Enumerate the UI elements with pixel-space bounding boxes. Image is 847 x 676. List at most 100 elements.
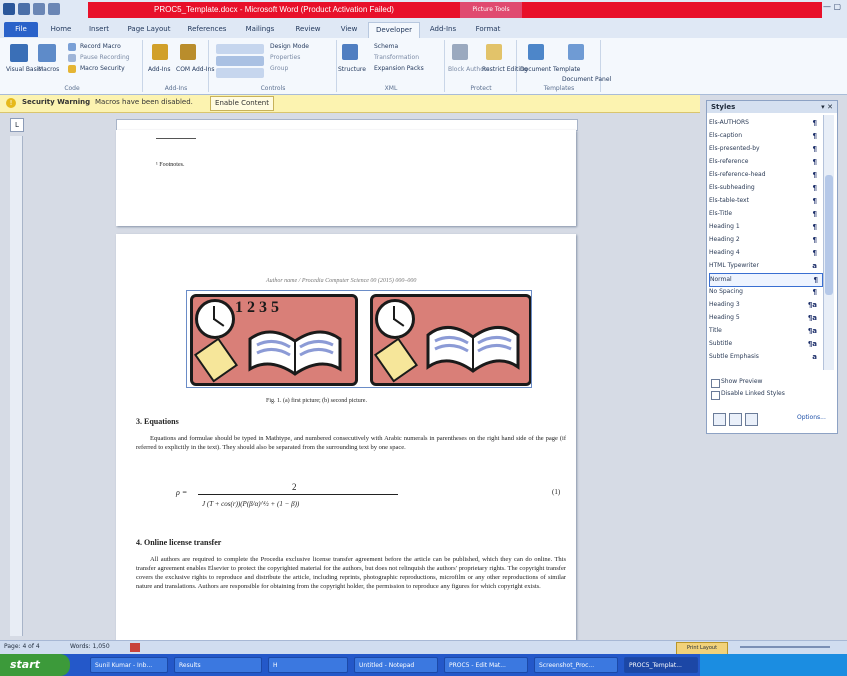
- style-item[interactable]: Els-reference ¶: [709, 156, 821, 168]
- design-mode-button[interactable]: Design Mode: [270, 43, 309, 50]
- task-button[interactable]: Untitled - Notepad: [354, 657, 438, 673]
- group-templates: Document Template Document Panel Templat…: [518, 40, 611, 92]
- com-add-ins-label[interactable]: COM Add-Ins: [176, 66, 214, 73]
- block-authors-icon[interactable]: [452, 44, 468, 60]
- transformation-button[interactable]: Transformation: [374, 54, 419, 61]
- tab-home[interactable]: Home: [44, 22, 78, 37]
- schema-button[interactable]: Schema: [374, 43, 398, 50]
- disable-linked-styles-label: Disable Linked Styles: [721, 390, 785, 397]
- style-item[interactable]: HTML Typewriter a: [709, 260, 821, 272]
- style-item[interactable]: Heading 3 ¶a: [709, 299, 821, 311]
- structure-label[interactable]: Structure: [338, 66, 366, 73]
- enable-content-button[interactable]: Enable Content: [210, 96, 274, 111]
- visual-basic-label[interactable]: Visual Basic: [6, 66, 42, 73]
- macros-icon[interactable]: [38, 44, 56, 62]
- tab-page-layout[interactable]: Page Layout: [122, 22, 176, 37]
- style-item[interactable]: Els-caption ¶: [709, 130, 821, 142]
- running-header: Author name / Procedia Computer Science …: [266, 278, 417, 284]
- task-button[interactable]: H: [268, 657, 348, 673]
- group-xml-label: XML: [384, 85, 398, 92]
- document-panel-label[interactable]: Document Panel: [562, 76, 611, 83]
- page-current[interactable]: Author name / Procedia Computer Science …: [116, 234, 576, 640]
- style-item[interactable]: Els-AUTHORS ¶: [709, 117, 821, 129]
- save-icon[interactable]: [18, 3, 30, 15]
- task-button-active[interactable]: PROC5_Templat...: [624, 657, 698, 673]
- redo-icon[interactable]: [48, 3, 60, 15]
- options-link[interactable]: Options...: [797, 414, 826, 421]
- tab-insert[interactable]: Insert: [82, 22, 116, 37]
- tab-selector[interactable]: L: [10, 118, 24, 132]
- text-controls-icon[interactable]: [216, 44, 264, 54]
- quick-access-toolbar: [3, 3, 83, 17]
- proofing-icon[interactable]: [130, 643, 140, 652]
- zoom-slider[interactable]: [740, 646, 830, 648]
- window-controls[interactable]: — ▢: [823, 2, 843, 16]
- task-button[interactable]: Results: [174, 657, 262, 673]
- restrict-editing-icon[interactable]: [486, 44, 502, 60]
- style-inspector-icon[interactable]: [729, 413, 742, 426]
- style-item[interactable]: Subtitle ¶a: [709, 338, 821, 350]
- style-item[interactable]: Heading 2 ¶: [709, 234, 821, 246]
- style-item[interactable]: Heading 5 ¶a: [709, 312, 821, 324]
- style-item[interactable]: Heading 4 ¶: [709, 247, 821, 259]
- macro-security-button[interactable]: Macro Security: [80, 65, 125, 72]
- page-count[interactable]: Page: 4 of 4: [4, 643, 40, 650]
- start-button[interactable]: start: [0, 654, 70, 676]
- disable-linked-styles-checkbox[interactable]: [711, 391, 720, 400]
- group-protect: Block Authors Restrict Editing Protect: [446, 40, 528, 92]
- scroll-thumb[interactable]: [825, 175, 833, 295]
- style-item[interactable]: Els-subheading ¶: [709, 182, 821, 194]
- warning-icon: [68, 65, 76, 73]
- checkbox-controls-icon[interactable]: [216, 56, 264, 66]
- style-item[interactable]: Els-Title ¶: [709, 208, 821, 220]
- vertical-ruler[interactable]: [10, 136, 23, 636]
- tab-format[interactable]: Format: [468, 22, 508, 37]
- document-template-label[interactable]: Document Template: [520, 66, 580, 73]
- style-item[interactable]: No Spacing ¶: [709, 286, 821, 298]
- properties-button[interactable]: Properties: [270, 54, 300, 61]
- style-item[interactable]: Heading 1 ¶: [709, 221, 821, 233]
- show-preview-checkbox[interactable]: [711, 379, 720, 388]
- pause-recording-button[interactable]: Pause Recording: [80, 54, 130, 61]
- tab-mailings[interactable]: Mailings: [238, 22, 282, 37]
- add-ins-label[interactable]: Add-Ins: [148, 66, 170, 73]
- style-item[interactable]: Title ¶a: [709, 325, 821, 337]
- new-style-icon[interactable]: [713, 413, 726, 426]
- styles-pane-title: Styles: [711, 103, 736, 111]
- style-item[interactable]: Els-reference-head ¶: [709, 169, 821, 181]
- tab-file[interactable]: File: [4, 22, 38, 37]
- manage-styles-icon[interactable]: [745, 413, 758, 426]
- picture-controls-icon[interactable]: [216, 68, 264, 78]
- task-button[interactable]: PROC5 - Edit Mat...: [444, 657, 528, 673]
- styles-scrollbar[interactable]: [823, 115, 834, 370]
- visual-basic-icon[interactable]: [10, 44, 28, 62]
- selection-frame[interactable]: [186, 290, 532, 388]
- tab-review[interactable]: Review: [288, 22, 328, 37]
- group-code-label: Code: [64, 85, 80, 92]
- style-item[interactable]: Els-table-text ¶: [709, 195, 821, 207]
- close-icon[interactable]: ▾ ✕: [821, 101, 833, 113]
- com-add-ins-icon[interactable]: [180, 44, 196, 60]
- add-ins-icon[interactable]: [152, 44, 168, 60]
- style-item-selected[interactable]: Normal ¶: [709, 273, 823, 287]
- word-count[interactable]: Words: 1,050: [70, 643, 110, 650]
- system-tray[interactable]: [700, 654, 847, 676]
- group-button[interactable]: Group: [270, 65, 288, 72]
- task-button[interactable]: Sunil Kumar - Inb...: [90, 657, 168, 673]
- document-panel-icon[interactable]: [568, 44, 584, 60]
- word-icon[interactable]: [3, 3, 15, 15]
- document-template-icon[interactable]: [528, 44, 544, 60]
- tab-view[interactable]: View: [334, 22, 364, 37]
- style-item[interactable]: Subtle Emphasis a: [709, 351, 821, 363]
- tab-references[interactable]: References: [182, 22, 232, 37]
- macros-label[interactable]: Macros: [38, 66, 59, 73]
- undo-icon[interactable]: [33, 3, 45, 15]
- record-macro-button[interactable]: Record Macro: [80, 43, 121, 50]
- expansion-packs-button[interactable]: Expansion Packs: [374, 65, 424, 72]
- page-previous[interactable]: ¹ Footnotes.: [116, 130, 576, 226]
- task-button[interactable]: Screenshot_Proc...: [534, 657, 618, 673]
- tab-add-ins[interactable]: Add-Ins: [424, 22, 462, 37]
- structure-icon[interactable]: [342, 44, 358, 60]
- tab-developer[interactable]: Developer: [368, 22, 420, 38]
- style-item[interactable]: Els-presented-by ¶: [709, 143, 821, 155]
